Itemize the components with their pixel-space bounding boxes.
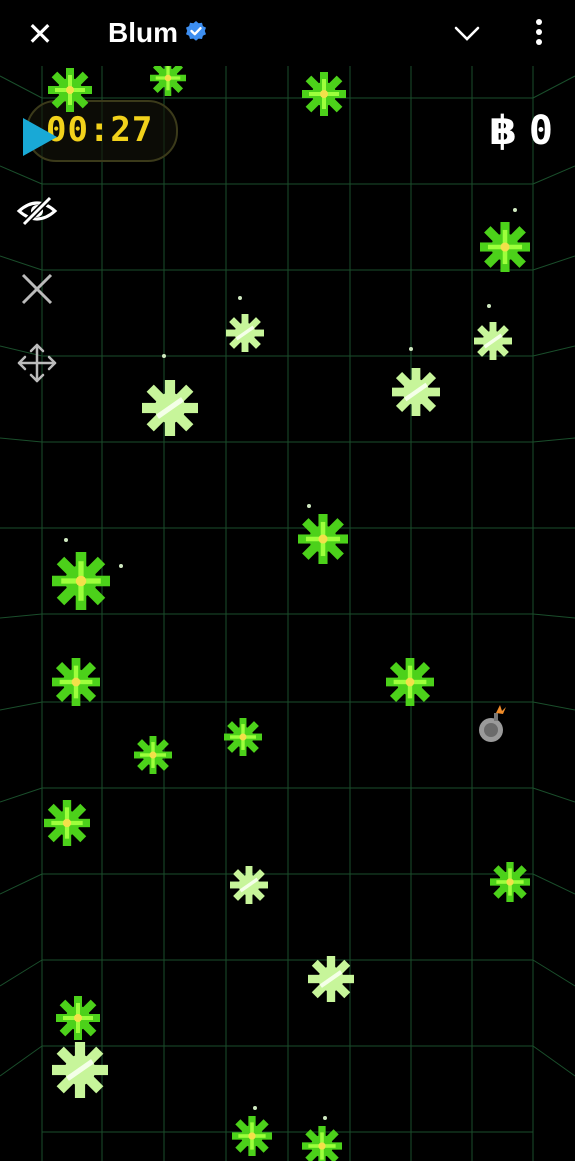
bomb-item[interactable] [474, 702, 510, 746]
score-display: ฿ 0 [489, 108, 553, 154]
close-icon[interactable]: ✕ [26, 18, 54, 50]
game-canvas[interactable]: 00:27 ฿ 0 [0, 66, 575, 1161]
more-vertical-icon[interactable] [530, 16, 548, 48]
app-title: Blum [108, 17, 178, 48]
score-value: 0 [528, 108, 553, 154]
sparkle-decoration [64, 208, 517, 1120]
timer-value: 00:27 [46, 110, 154, 150]
title-bar: ✕ Blum [0, 0, 575, 66]
blum-points-icon: ฿ [489, 108, 517, 154]
verified-badge-icon [186, 21, 206, 41]
play-icon[interactable] [20, 116, 60, 158]
chevron-down-icon[interactable] [452, 20, 482, 46]
